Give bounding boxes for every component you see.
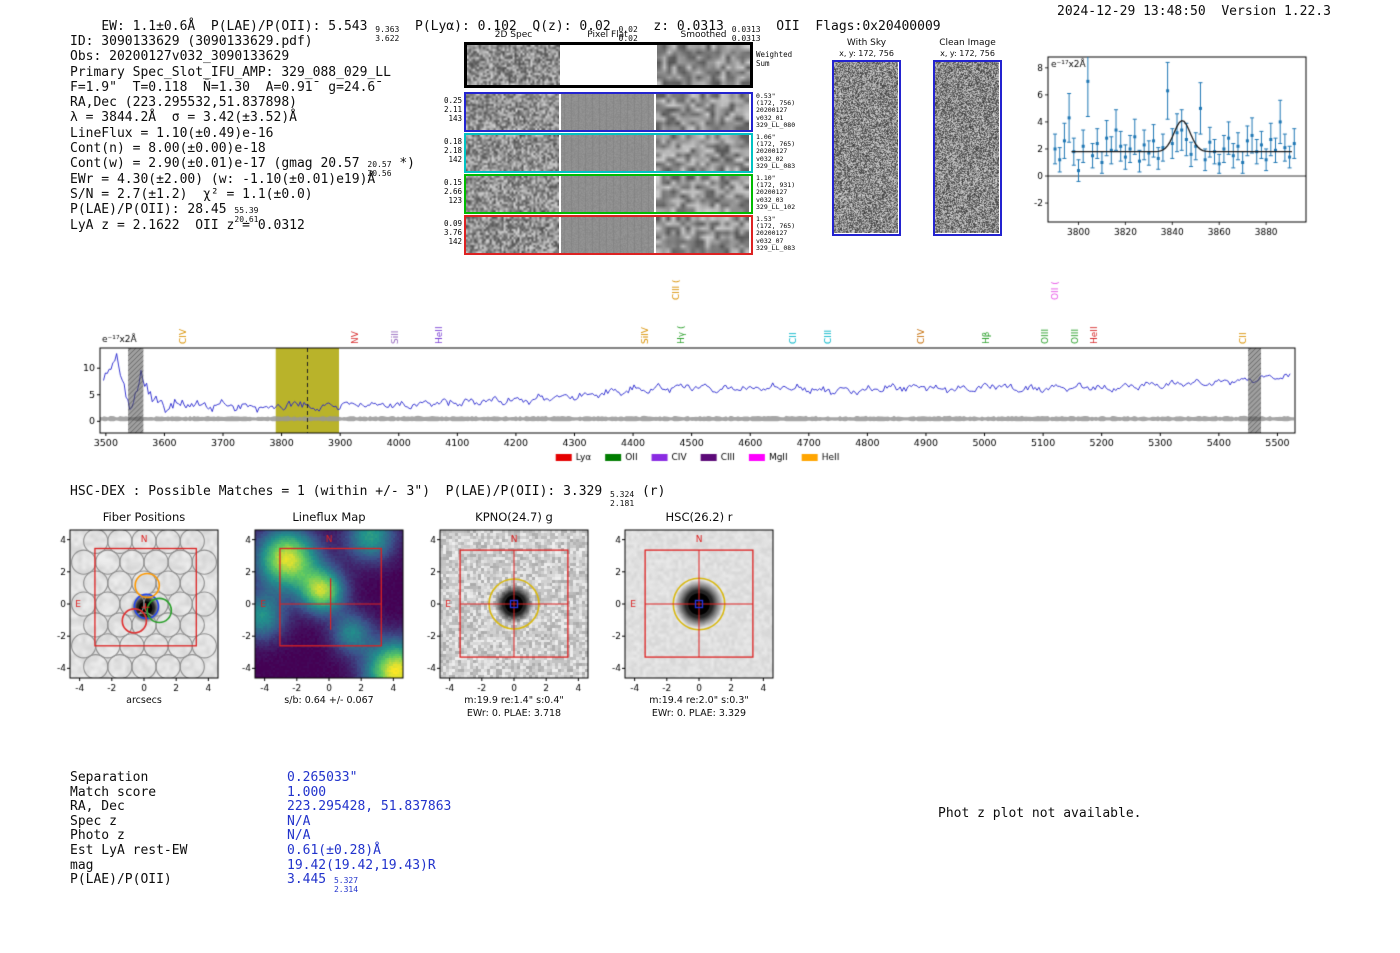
header-flags: OII Flags:0x20400009 [760, 19, 941, 34]
match-table: Separation 0.265033" Match score 1.000 RA,… [70, 770, 452, 894]
elixer-report-page: EW: 1.1±0.6Å P(LAE)/P(OII): 5.543 9.363 3… [0, 0, 1400, 953]
fiber4-smoothed-image [656, 217, 749, 253]
with-sky-image-frame [832, 60, 901, 236]
panel-title-hsc-r: HSC(26.2) r [665, 510, 733, 524]
detection-info-block: ID: 3090133629 (3090133629.pdf) Obs: 202… [70, 34, 415, 233]
info-seeing: F=1.9" T=0.118 N̄=1.30 A=0.91̄ g=24.6̄ [70, 79, 376, 95]
fiber1-weights: 0.25 2.11 143 [443, 96, 462, 123]
info-plae: P(LAE)/P(OII): 28.45 55.39 20.61 [70, 202, 259, 224]
fiber1-smoothed-image [656, 94, 749, 130]
panel-caption-hsc-plae: EWr: 0. PLAE: 3.329 [651, 708, 747, 719]
cutout-row-weighted [464, 42, 753, 88]
match-row-specz: Spec z N/A [70, 813, 311, 829]
cutout-row-fiber3 [464, 174, 753, 214]
column-header-2d-spec: 2D Spec [494, 30, 533, 40]
match-row-mag: mag 19.42(19.42,19.43)R [70, 857, 436, 873]
kpno-cutout-panel [414, 524, 596, 698]
with-sky-image [834, 62, 898, 233]
fiber2-smoothed-image [656, 135, 749, 171]
lineflux-map-panel [229, 524, 411, 698]
info-ewr: EWr = 4.30(±2.00) (w: -1.10(±0.01)e19)Å [70, 171, 376, 187]
fiber1-2d-spec-image [466, 94, 559, 130]
column-header-pixel-flat: Pixel Flat [587, 30, 628, 40]
fiber3-pixel-flat-image [561, 176, 654, 212]
with-sky-title: With Sky [846, 38, 887, 48]
fiber3-2d-spec-image [466, 176, 559, 212]
weighted-sum-label: Weighted Sum [756, 50, 793, 68]
clean-image-frame [933, 60, 1002, 236]
match-row-rest-ew: Est LyA rest-EW 0.61(±0.28)Å [70, 842, 381, 858]
panel-caption-kpno-plae: EWr: 0. PLAE: 3.718 [466, 708, 562, 719]
clean-image-title: Clean Image [939, 38, 996, 48]
column-header-smoothed: Smoothed [680, 30, 727, 40]
clean-image-coords: x, y: 172, 756 [940, 49, 995, 58]
fiber3-meta: 1.10" (172, 931) 20200127 v032_03 329_LL_102 [756, 174, 796, 211]
fiber2-weights: 0.18 2.18 142 [443, 137, 462, 164]
panel-title-fiber-positions: Fiber Positions [102, 510, 186, 524]
fiber1-meta: 0.53" (172, 756) 20200127 v032_01 329_LL_080 [756, 92, 796, 129]
weighted-2d-spec-image [467, 45, 560, 85]
clean-image [935, 62, 999, 233]
match-row-plae: P(LAE)/P(OII) 3.445 5.327 2.314 [70, 872, 359, 894]
full-spectrum-chart [50, 268, 1320, 468]
info-obs: Obs: 20200127v032_3090133629 [70, 49, 290, 65]
panel-caption-hsc-mag: m:19.4 re:2.0" s:0.3" [649, 695, 749, 706]
match-row-score: Match score 1.000 [70, 784, 327, 800]
fiber4-2d-spec-image [466, 217, 559, 253]
header-timestamp: 2024-12-29 13:48:50 Version 1.22.3 [1057, 4, 1331, 19]
panel-title-kpno-g: KPNO(24.7) g [475, 510, 553, 524]
info-lineflux: LineFlux = 1.10(±0.49)e-16 [70, 125, 274, 141]
fiber2-pixel-flat-image [561, 135, 654, 171]
fiber2-meta: 1.06" (172, 765) 20200127 v032_02 329_LL_083 [756, 133, 796, 170]
fiber-positions-panel [44, 524, 226, 698]
info-cont-w: Cont(w) = 2.90(±0.01)e-17 (gmag 20.57 20… [70, 156, 415, 178]
panel-caption-kpno-mag: m:19.9 re:1.4" s:0.4" [464, 695, 564, 706]
fiber3-smoothed-image [656, 176, 749, 212]
with-sky-coords: x, y: 172, 756 [839, 49, 894, 58]
match-row-photoz: Photo z N/A [70, 828, 311, 844]
fiber1-pixel-flat-image [561, 94, 654, 130]
panel-caption-sb: s/b: 0.64 +/- 0.067 [284, 695, 374, 706]
cutout-row-fiber1 [464, 92, 753, 132]
panel-caption-arcsecs: arcsecs [126, 695, 162, 706]
info-cont-n: Cont(n) = 8.00(±0.00)e-18 [70, 141, 266, 157]
fiber2-2d-spec-image [466, 135, 559, 171]
match-row-radec: RA, Dec 223.295428, 51.837863 [70, 799, 452, 815]
info-sn-chi2: S/N = 2.7(±1.2) χ² = 1.1(±0.0) [70, 186, 313, 202]
info-primary-amp: Primary Spec_Slot_IFU_AMP: 329_088_029_L… [70, 64, 391, 80]
info-radec: RA,Dec (223.295532,51.837898) [70, 95, 297, 111]
hsc-match-summary: HSC-DEX : Possible Matches = 1 (within +… [70, 484, 666, 508]
info-redshifts: LyA z = 2.1622 OII z = 0.0312 [70, 217, 305, 233]
photz-unavailable-notice: Phot z plot not available. [938, 806, 1142, 821]
fiber4-meta: 1.53" (172, 765) 20200127 v032_07 329_LL_083 [756, 215, 796, 252]
weighted-smoothed-image [657, 45, 750, 85]
cutout-row-fiber4 [464, 215, 753, 255]
fiber4-pixel-flat-image [561, 217, 654, 253]
info-lambda-sigma: λ = 3844.2Å σ = 3.42(±3.52)Å [70, 110, 297, 126]
panel-title-lineflux-map: Lineflux Map [292, 510, 366, 524]
cutout-row-fiber2 [464, 133, 753, 173]
hsc-cutout-panel [599, 524, 781, 698]
line-fit-chart [1014, 48, 1314, 240]
info-id: ID: 3090133629 (3090133629.pdf) [70, 34, 313, 49]
match-row-separation: Separation 0.265033" [70, 770, 358, 785]
header-ew-plae: EW: 1.1±0.6Å P(LAE)/P(OII): 5.543 [101, 19, 376, 34]
fiber3-weights: 0.15 2.66 123 [443, 178, 462, 205]
fiber4-weights: 0.09 3.76 142 [443, 219, 462, 246]
